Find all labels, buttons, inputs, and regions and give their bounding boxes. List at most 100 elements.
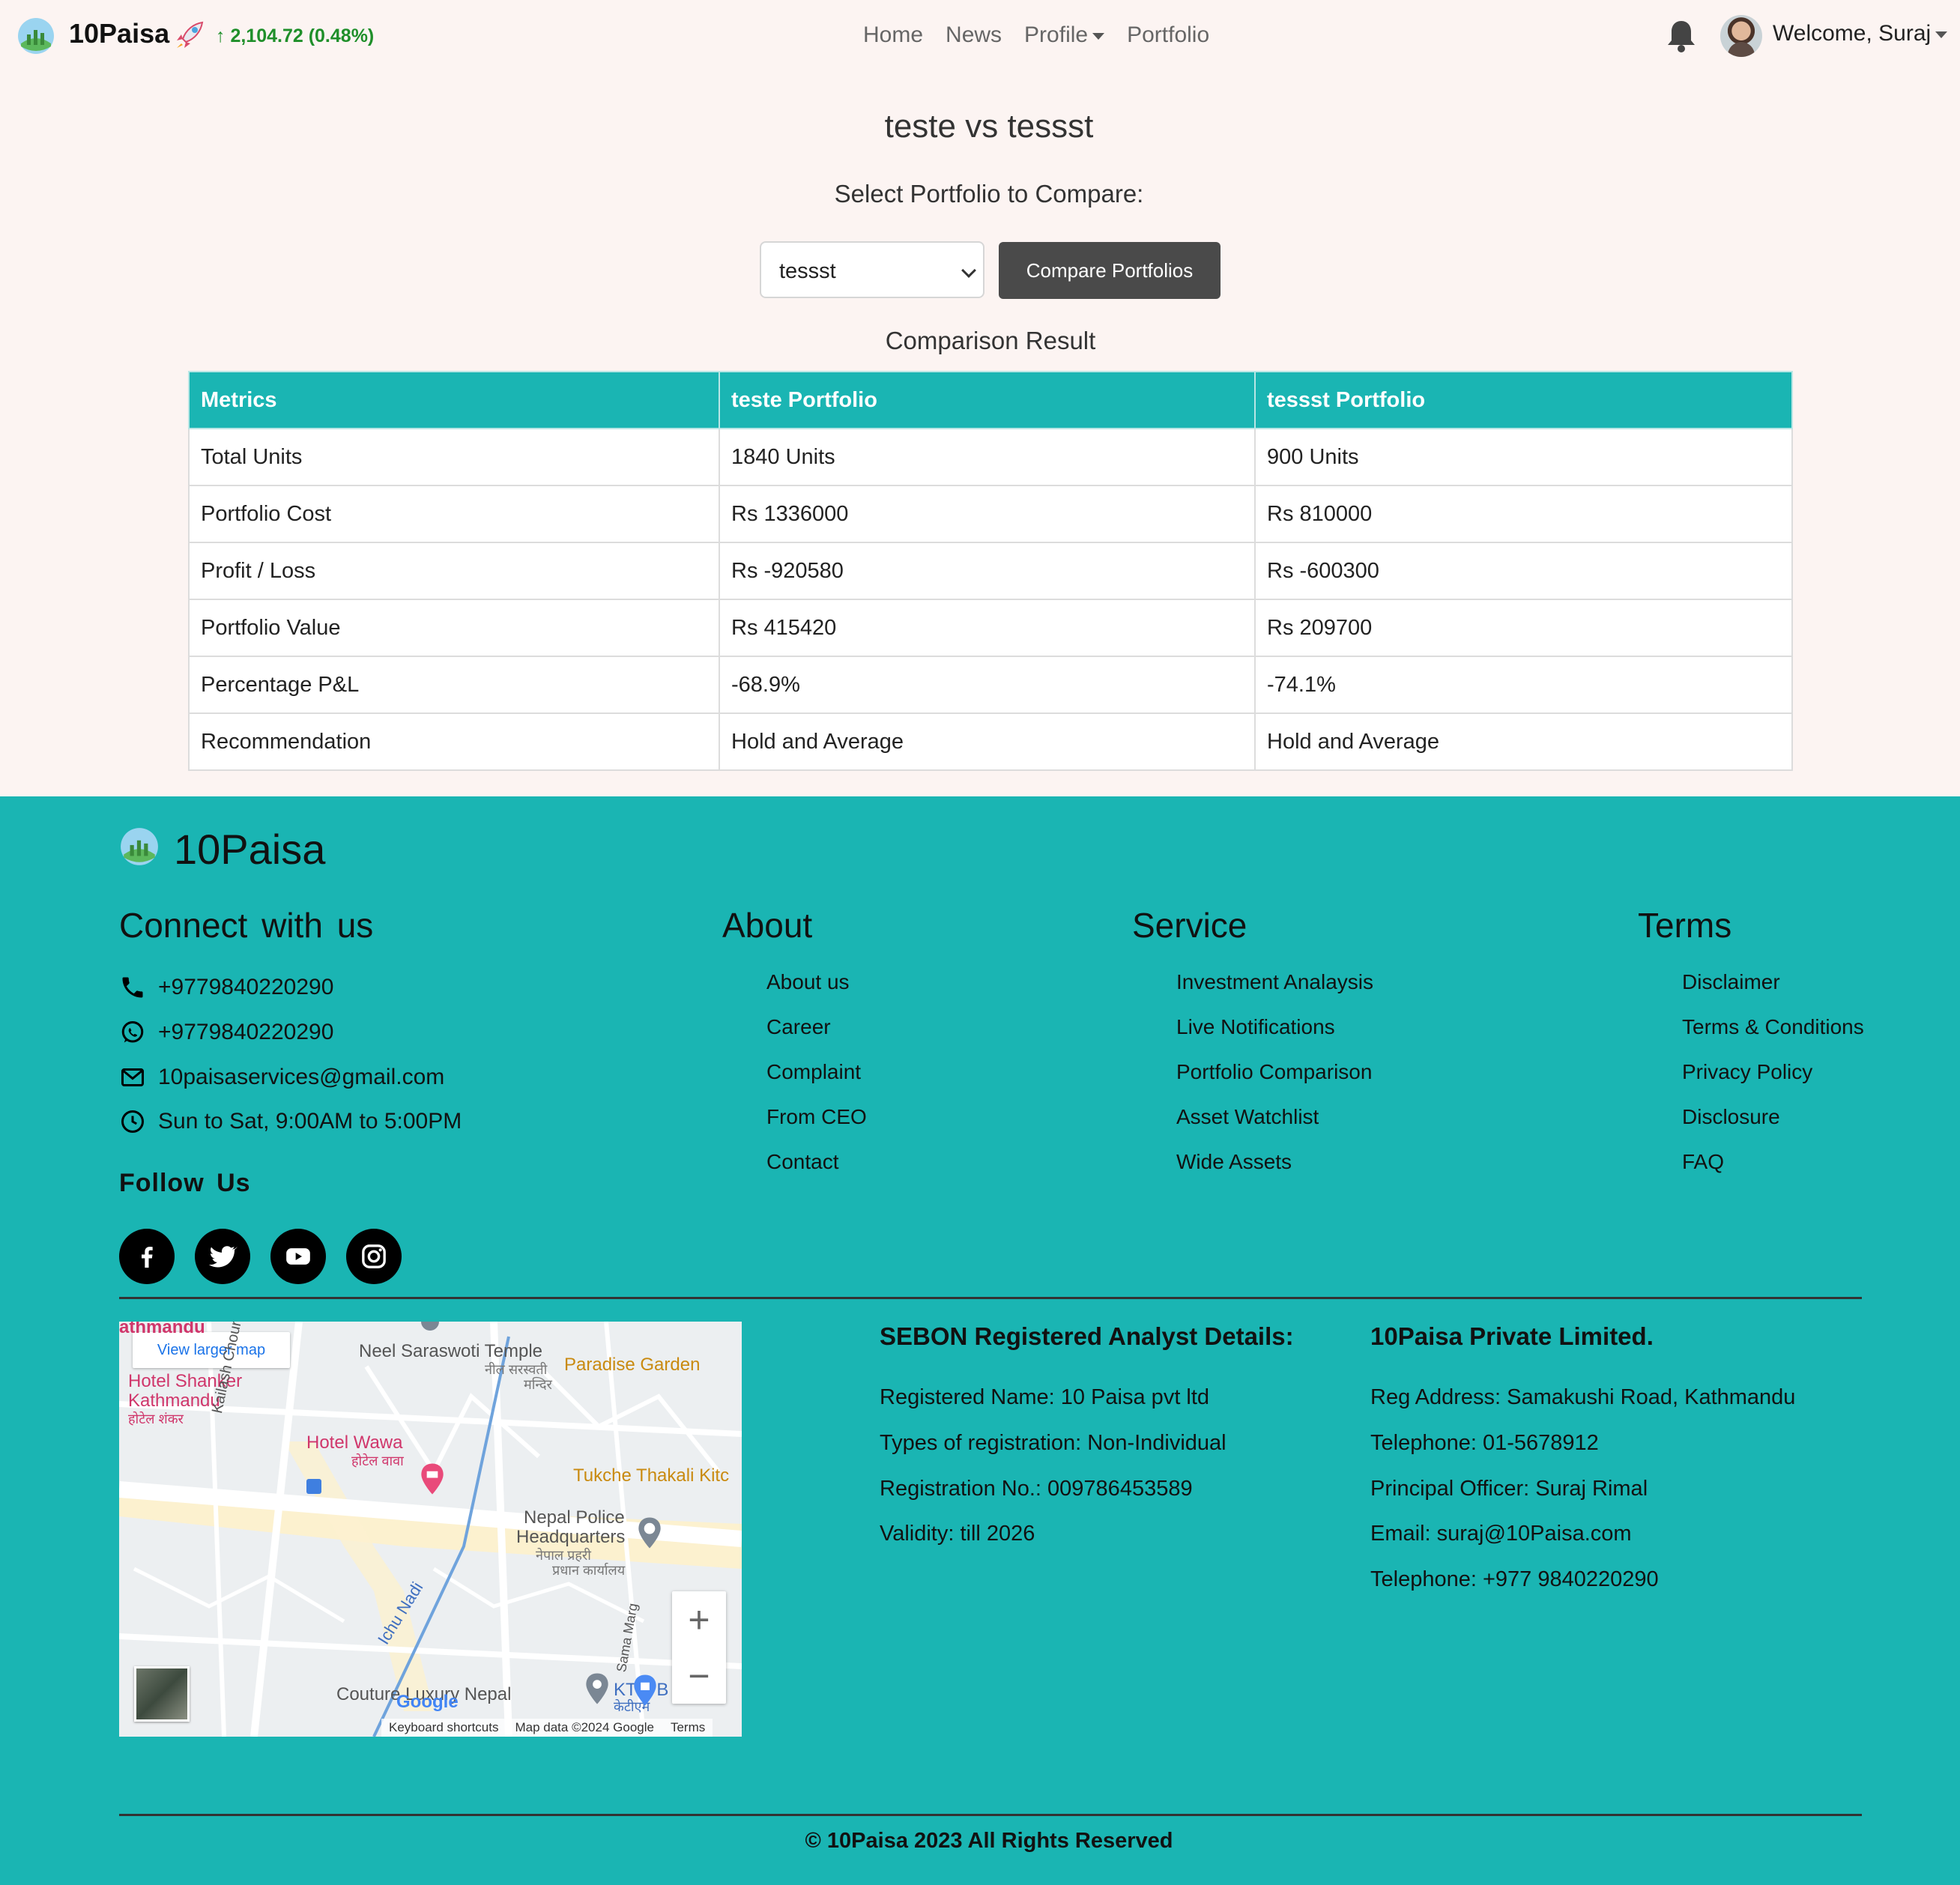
compare-button[interactable]: Compare Portfolios: [999, 242, 1221, 299]
service-link[interactable]: Portfolio Comparison: [1176, 1060, 1373, 1105]
nav-portfolio[interactable]: Portfolio: [1127, 22, 1209, 48]
terms-heading: Terms: [1638, 906, 1732, 945]
rocket-icon: [177, 21, 204, 48]
service-link[interactable]: Asset Watchlist: [1176, 1105, 1373, 1150]
logo-icon[interactable]: [16, 16, 55, 55]
zoom-out-button[interactable]: −: [672, 1648, 726, 1704]
map-data-text: Map data ©2024 Google: [515, 1720, 654, 1734]
footer: 10Paisa Connect with us +9779840220290 +…: [0, 796, 1960, 1885]
page-title: teste vs tessst: [884, 108, 1094, 145]
nav-links: Home News Profile Portfolio: [863, 22, 1209, 48]
table-cell: Rs 1336000: [719, 485, 1256, 543]
facebook-icon: [142, 1247, 153, 1268]
chevron-down-icon: [961, 263, 976, 278]
sebon-title: SEBON Registered Analyst Details:: [880, 1322, 1294, 1350]
service-link[interactable]: Live Notifications: [1176, 1015, 1373, 1060]
welcome-text: Welcome, Suraj: [1773, 21, 1932, 46]
clock-icon: [121, 1110, 144, 1133]
map-label: Tukche Thakali Kitc: [573, 1465, 730, 1486]
footer-divider: [119, 1297, 1862, 1299]
about-link[interactable]: Complaint: [766, 1060, 867, 1105]
contact-whatsapp[interactable]: +9779840220290: [119, 1019, 333, 1046]
terms-links: Disclaimer Terms & Conditions Privacy Po…: [1682, 970, 1864, 1195]
map-label: होटेल शंकर: [128, 1412, 184, 1426]
contact-whatsapp-text: +9779840220290: [158, 1020, 334, 1044]
about-heading: About: [722, 906, 813, 945]
table-cell: Hold and Average: [719, 712, 1256, 771]
avatar[interactable]: [1720, 15, 1762, 57]
map-label: Hotel Wawa: [306, 1432, 403, 1453]
navbar: 10Paisa ↑ 2,104.72 (0.48%) Home News Pro…: [0, 0, 1960, 72]
terms-link[interactable]: Terms & Conditions: [1682, 1015, 1864, 1060]
service-link[interactable]: Wide Assets: [1176, 1150, 1373, 1195]
about-link[interactable]: From CEO: [766, 1105, 867, 1150]
portfolio-select[interactable]: tessst: [760, 241, 984, 298]
contact-email[interactable]: 10paisaservices@gmail.com: [119, 1064, 444, 1091]
instagram-icon: [362, 1244, 386, 1268]
zoom-in-button[interactable]: +: [672, 1591, 726, 1648]
table-row: Total Units 1840 Units 900 Units: [188, 428, 1793, 486]
service-links: Investment Analaysis Live Notifications …: [1176, 970, 1373, 1195]
map-label: Kathmandu: [128, 1391, 220, 1411]
contact-phone[interactable]: +9779840220290: [119, 974, 333, 1001]
map-attribution: Keyboard shortcuts Map data ©2024 Google…: [381, 1719, 713, 1737]
service-link[interactable]: Investment Analaysis: [1176, 970, 1373, 1015]
table-header: Metrics: [188, 371, 720, 429]
map-label: athmandu: [119, 1322, 205, 1337]
table-cell: Percentage P&L: [188, 656, 720, 714]
sebon-line: Validity: till 2026: [880, 1522, 1035, 1546]
terms-link[interactable]: Disclosure: [1682, 1105, 1864, 1150]
company-line: Principal Officer: Suraj Rimal: [1370, 1477, 1648, 1501]
company-email[interactable]: Email: suraj@10Paisa.com: [1370, 1522, 1632, 1546]
satellite-toggle[interactable]: [134, 1666, 190, 1722]
company-title: 10Paisa Private Limited.: [1370, 1322, 1654, 1350]
terms-link[interactable]: FAQ: [1682, 1150, 1864, 1195]
company-line: Reg Address: Samakushi Road, Kathmandu: [1370, 1385, 1796, 1409]
table-header: teste Portfolio: [719, 371, 1256, 429]
copyright: © 10Paisa 2023 All Rights Reserved: [805, 1829, 1173, 1853]
instagram-link[interactable]: [346, 1229, 402, 1284]
table-row: Portfolio Value Rs 415420 Rs 209700: [188, 599, 1793, 657]
terms-link[interactable]: Disclaimer: [1682, 970, 1864, 1015]
nav-profile[interactable]: Profile: [1024, 22, 1105, 48]
nav-home[interactable]: Home: [863, 22, 923, 48]
table-row: Portfolio Cost Rs 1336000 Rs 810000: [188, 485, 1793, 543]
logo-icon: [121, 828, 158, 865]
map-label: Neel Saraswoti Temple: [359, 1341, 543, 1361]
sebon-line: Types of registration: Non-Individual: [880, 1431, 1226, 1455]
footer-divider: [119, 1814, 1862, 1816]
nav-news[interactable]: News: [946, 22, 1002, 48]
portfolio-select-value: tessst: [779, 259, 836, 283]
mail-icon: [121, 1068, 144, 1086]
store-pin-icon: [634, 1674, 656, 1706]
about-link[interactable]: Contact: [766, 1150, 867, 1195]
embedded-map[interactable]: View larger map athmandu Neel Saraswoti …: [119, 1322, 742, 1737]
map-zoom-controls: + −: [672, 1591, 726, 1704]
about-link[interactable]: About us: [766, 970, 867, 1015]
chevron-down-icon: [1935, 31, 1948, 38]
table-cell: 1840 Units: [719, 428, 1256, 486]
about-link[interactable]: Career: [766, 1015, 867, 1060]
map-terms-link[interactable]: Terms: [671, 1720, 705, 1735]
table-cell: Total Units: [188, 428, 720, 486]
youtube-link[interactable]: [270, 1229, 326, 1284]
user-menu[interactable]: Welcome, Suraj: [1773, 21, 1948, 46]
chevron-down-icon: [1092, 32, 1105, 40]
bell-icon[interactable]: [1665, 18, 1698, 54]
keyboard-shortcuts-link[interactable]: Keyboard shortcuts: [389, 1720, 498, 1735]
facebook-link[interactable]: [119, 1229, 175, 1284]
table-cell: Rs 810000: [1254, 485, 1793, 543]
table-row: Profit / Loss Rs -920580 Rs -600300: [188, 542, 1793, 600]
map-label: मन्दिर: [524, 1377, 552, 1392]
contact-phone-text: +9779840220290: [158, 975, 334, 999]
table-cell: -68.9%: [719, 656, 1256, 714]
table-row: Recommendation Hold and Average Hold and…: [188, 712, 1793, 771]
select-label: Select Portfolio to Compare:: [834, 180, 1144, 208]
youtube-icon: [286, 1248, 310, 1265]
contact-hours: Sun to Sat, 9:00AM to 5:00PM: [119, 1108, 462, 1135]
twitter-link[interactable]: [195, 1229, 250, 1284]
hotel-pin-icon: [421, 1463, 444, 1495]
terms-link[interactable]: Privacy Policy: [1682, 1060, 1864, 1105]
brand-name[interactable]: 10Paisa: [69, 18, 169, 49]
follow-heading: Follow Us: [119, 1169, 251, 1197]
